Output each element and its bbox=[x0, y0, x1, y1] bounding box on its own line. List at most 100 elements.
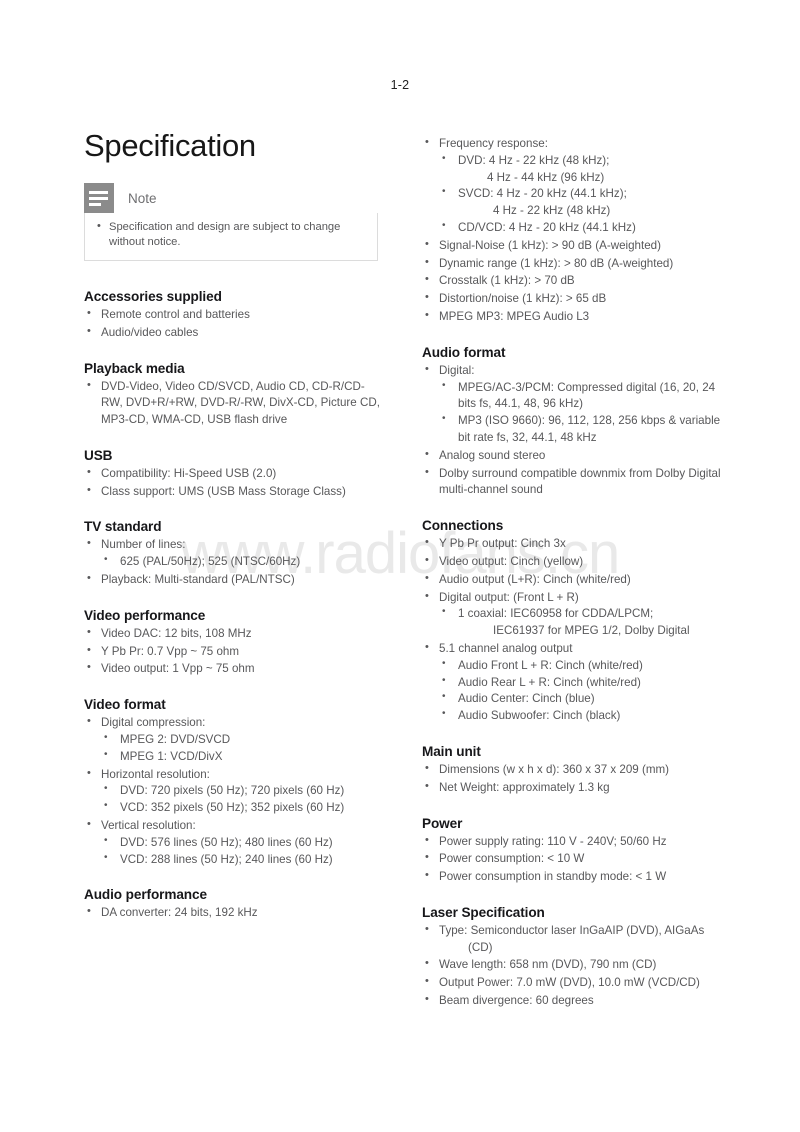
spec-item-text: Digital: bbox=[439, 363, 475, 377]
spec-subitem: DVD: 720 pixels (50 Hz); 720 pixels (60 … bbox=[101, 782, 384, 800]
spec-section-main-unit: Main unit Dimensions (w x h x d): 360 x 3… bbox=[422, 744, 722, 797]
spec-item: Wave length: 658 nm (DVD), 790 nm (CD) bbox=[422, 956, 722, 974]
spec-list: Video DAC: 12 bits, 108 MHz Y Pb Pr: 0.7 … bbox=[84, 625, 384, 678]
spec-item: Digital: MPEG/AC-3/PCM: Compressed digita… bbox=[422, 362, 722, 447]
spec-item-text: Beam divergence: 60 degrees bbox=[439, 994, 594, 1008]
spec-item-text: DVD-Video, Video CD/SVCD, Audio CD, CD-R… bbox=[101, 379, 380, 427]
left-column: Specification Note Specification and des… bbox=[84, 130, 384, 941]
spec-item: MPEG MP3: MPEG Audio L3 bbox=[422, 308, 722, 326]
spec-item-text: MPEG MP3: MPEG Audio L3 bbox=[439, 309, 590, 323]
spec-subitem: MPEG/AC-3/PCM: Compressed digital (16, 2… bbox=[439, 379, 722, 414]
spec-item: Audio output (L+R): Cinch (white/red) bbox=[422, 571, 722, 589]
spec-item-text: Digital output: (Front L + R) bbox=[439, 590, 579, 604]
page-title: Specification bbox=[84, 128, 256, 163]
spec-section-connections: Connections Y Pb Pr output: Cinch 3x Video… bbox=[422, 518, 722, 725]
spec-item-text: Frequency response: bbox=[439, 137, 548, 150]
spec-subitem-continuation: IEC61937 for MPEG 1/2, Dolby Digital bbox=[493, 624, 690, 638]
spec-item-text: Class support: UMS (USB Mass Storage Cla… bbox=[101, 484, 346, 498]
spec-subitem: Audio Front L + R: Cinch (white/red) bbox=[439, 657, 722, 675]
spec-item: Digital compression:MPEG 2: DVD/SVCDMPEG… bbox=[84, 714, 384, 766]
spec-item: Number of lines: 625 (PAL/50Hz); 525 (NTS… bbox=[84, 536, 384, 571]
spec-item: Beam divergence: 60 degrees bbox=[422, 992, 722, 1010]
spec-section-accessories-supplied: Accessories supplied Remote control and b… bbox=[84, 289, 384, 342]
spec-subitem: DVD: 4 Hz - 22 kHz (48 kHz); 4 Hz - 44 kH… bbox=[439, 152, 722, 187]
spec-item: Distortion/noise (1 kHz): > 65 dB bbox=[422, 290, 722, 308]
spec-item: Remote control and batteries bbox=[84, 306, 384, 324]
document-page: 1-2 www.radiofans.cn Specification Note … bbox=[0, 0, 800, 1132]
spec-item-text: Analog sound stereo bbox=[439, 448, 546, 462]
spec-item-text: Power consumption in standby mode: < 1 W bbox=[439, 870, 667, 884]
left-sections: Accessories supplied Remote control and b… bbox=[84, 289, 384, 922]
spec-list: Remote control and batteries Audio/video … bbox=[84, 306, 384, 342]
spec-sublist: DVD: 720 pixels (50 Hz); 720 pixels (60 … bbox=[101, 782, 384, 817]
spec-subitem: CD/VCD: 4 Hz - 20 kHz (44.1 kHz) bbox=[439, 219, 722, 237]
spec-subitem-text: MP3 (ISO 9660): 96, 112, 128, 256 kbps &… bbox=[458, 414, 721, 444]
spec-subitem-text: VCD: 288 lines (50 Hz); 240 lines (60 Hz… bbox=[120, 852, 333, 866]
spec-item-text: Remote control and batteries bbox=[101, 307, 250, 321]
spec-subitem-text: DVD: 4 Hz - 22 kHz (48 kHz); bbox=[458, 153, 610, 167]
spec-item: Frequency response: DVD: 4 Hz - 22 kHz (4… bbox=[422, 135, 722, 237]
note-list: Specification and design are subject to … bbox=[95, 219, 367, 251]
spec-sublist: 1 coaxial: IEC60958 for CDDA/LPCM; IEC619… bbox=[439, 605, 722, 640]
spec-subitem: MPEG 1: VCD/DivX bbox=[101, 748, 384, 766]
spec-item-text: Vertical resolution: bbox=[101, 819, 196, 833]
spec-list: Dimensions (w x h x d): 360 x 37 x 209 (… bbox=[422, 761, 722, 797]
section-heading: Video format bbox=[84, 697, 166, 713]
section-heading: Main unit bbox=[422, 743, 481, 759]
spec-item-text: Horizontal resolution: bbox=[101, 767, 210, 781]
spec-subitem-continuation: 4 Hz - 22 kHz (48 kHz) bbox=[493, 204, 611, 218]
note-callout: Note Specification and design are subjec… bbox=[84, 183, 378, 261]
spec-item: Power consumption: < 10 W bbox=[422, 850, 722, 868]
spec-item-text: Y Pb Pr: 0.7 Vpp ~ 75 ohm bbox=[101, 644, 240, 658]
spec-item-text: Video DAC: 12 bits, 108 MHz bbox=[101, 626, 252, 640]
spec-list: DA converter: 24 bits, 192 kHz bbox=[84, 904, 384, 922]
spec-item: Type: Semiconductor laser InGaAIP (DVD),… bbox=[422, 922, 722, 957]
spec-item-text: Crosstalk (1 kHz): > 70 dB bbox=[439, 274, 575, 288]
spec-section-audio-format: Audio format Digital: MPEG/AC-3/PCM: Compr… bbox=[422, 345, 722, 499]
spec-item: Analog sound stereo bbox=[422, 447, 722, 465]
spec-section-laser-specification: Laser Specification Type: Semiconductor l… bbox=[422, 905, 722, 1010]
spec-item: Vertical resolution: DVD: 576 lines (50 H… bbox=[84, 817, 384, 869]
spec-subitem-text: VCD: 352 pixels (50 Hz); 352 pixels (60 … bbox=[120, 801, 345, 815]
spec-item-text: Power consumption: < 10 W bbox=[439, 852, 585, 866]
spec-item-text: Y Pb Pr output: Cinch 3x bbox=[439, 537, 566, 551]
spec-item-text: Playback: Multi-standard (PAL/NTSC) bbox=[101, 573, 295, 587]
spec-item: Y Pb Pr: 0.7 Vpp ~ 75 ohm bbox=[84, 643, 384, 661]
spec-sublist: MPEG/AC-3/PCM: Compressed digital (16, 2… bbox=[439, 379, 722, 447]
spec-item: Digital output: (Front L + R)1 coaxial: … bbox=[422, 589, 722, 640]
spec-item: Playback: Multi-standard (PAL/NTSC) bbox=[84, 571, 384, 589]
spec-item: Crosstalk (1 kHz): > 70 dB bbox=[422, 272, 722, 290]
spec-item: Dolby surround compatible downmix from D… bbox=[422, 465, 722, 500]
spec-section-playback-media: Playback media DVD-Video, Video CD/SVCD, … bbox=[84, 361, 384, 429]
spec-subitem: MPEG 2: DVD/SVCD bbox=[101, 731, 384, 749]
spec-section-usb: USB Compatibility: Hi-Speed USB (2.0) Clas… bbox=[84, 448, 384, 501]
spec-item-text: Signal-Noise (1 kHz): > 90 dB (A-weighte… bbox=[439, 238, 661, 252]
spec-sublist: 625 (PAL/50Hz); 525 (NTSC/60Hz) bbox=[101, 553, 384, 571]
spec-item-text: Compatibility: Hi-Speed USB (2.0) bbox=[101, 466, 277, 480]
spec-subitem: VCD: 288 lines (50 Hz); 240 lines (60 Hz… bbox=[101, 851, 384, 869]
spec-item: Power consumption in standby mode: < 1 W bbox=[422, 868, 722, 886]
spec-subitem-text: 1 coaxial: IEC60958 for CDDA/LPCM; bbox=[458, 607, 654, 621]
spec-subitem-text: DVD: 720 pixels (50 Hz); 720 pixels (60 … bbox=[120, 784, 345, 798]
spec-item: Y Pb Pr output: Cinch 3x bbox=[422, 535, 722, 553]
spec-list: Digital compression:MPEG 2: DVD/SVCDMPEG… bbox=[84, 714, 384, 869]
spec-subitem-text: 625 (PAL/50Hz); 525 (NTSC/60Hz) bbox=[120, 555, 301, 569]
spec-item-text: Power supply rating: 110 V - 240V; 50/60… bbox=[439, 834, 667, 848]
spec-subitem-text: SVCD: 4 Hz - 20 kHz (44.1 kHz); bbox=[458, 187, 627, 201]
spec-item: Video DAC: 12 bits, 108 MHz bbox=[84, 625, 384, 643]
note-body: Specification and design are subject to … bbox=[84, 213, 378, 261]
section-heading: TV standard bbox=[84, 519, 162, 535]
spec-subitem-text: Audio Front L + R: Cinch (white/red) bbox=[458, 658, 643, 672]
spec-item: DA converter: 24 bits, 192 kHz bbox=[84, 904, 384, 922]
section-heading: Accessories supplied bbox=[84, 288, 222, 304]
spec-subitem-text: MPEG 1: VCD/DivX bbox=[120, 749, 223, 763]
spec-sublist: DVD: 4 Hz - 22 kHz (48 kHz); 4 Hz - 44 kH… bbox=[439, 152, 722, 237]
spec-item-text: Dolby surround compatible downmix from D… bbox=[439, 466, 721, 497]
spec-item: Compatibility: Hi-Speed USB (2.0) bbox=[84, 465, 384, 483]
section-heading: Audio format bbox=[422, 344, 506, 360]
spec-item-text: Wave length: 658 nm (DVD), 790 nm (CD) bbox=[439, 958, 657, 972]
spec-item-text: Output Power: 7.0 mW (DVD), 10.0 mW (VCD… bbox=[439, 976, 700, 990]
spec-list: Compatibility: Hi-Speed USB (2.0) Class s… bbox=[84, 465, 384, 501]
spec-subitem-text: MPEG/AC-3/PCM: Compressed digital (16, 2… bbox=[458, 380, 716, 411]
spec-list: Number of lines: 625 (PAL/50Hz); 525 (NTS… bbox=[84, 536, 384, 589]
